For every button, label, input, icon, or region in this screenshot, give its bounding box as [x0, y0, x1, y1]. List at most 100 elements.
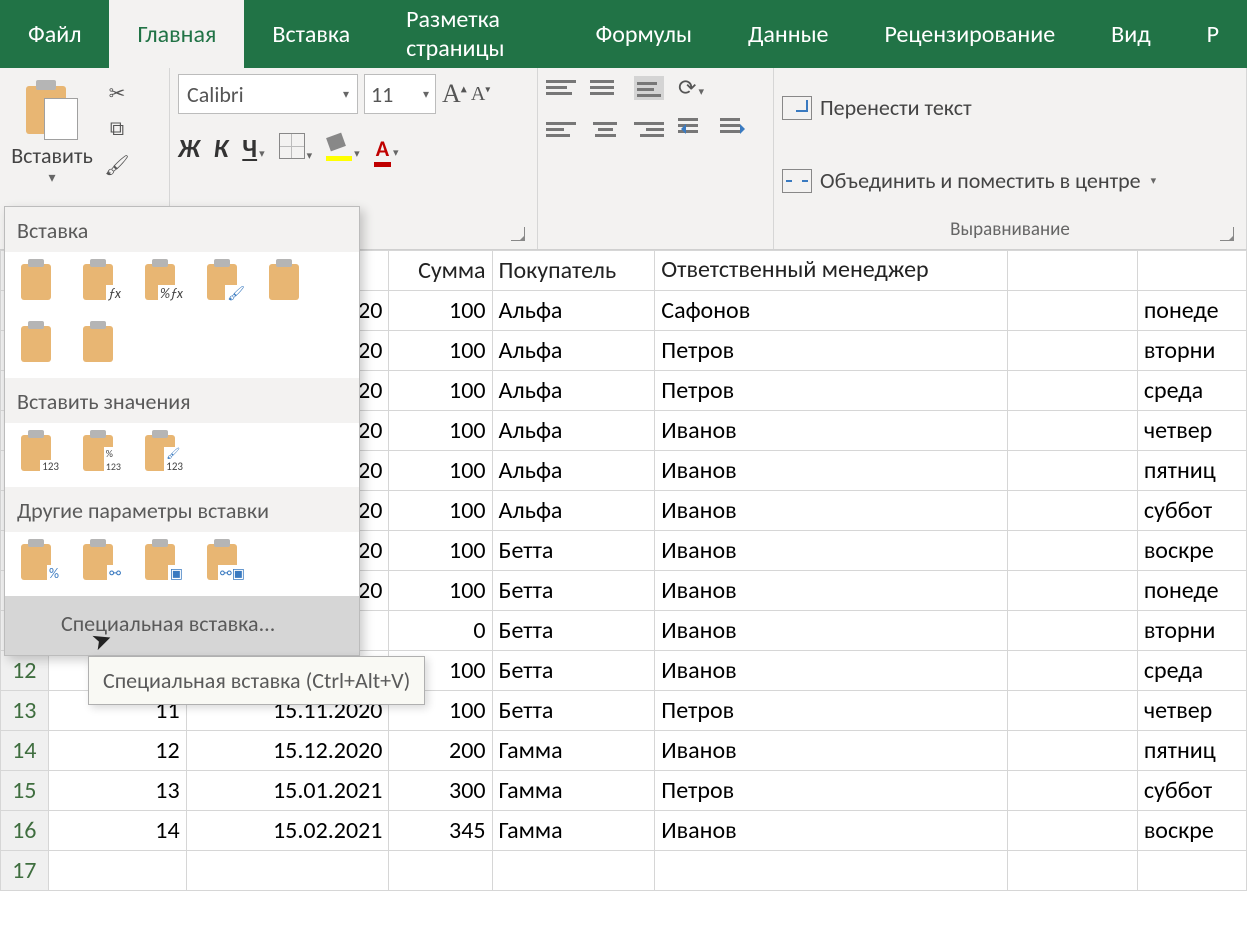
cell[interactable]: понеде	[1137, 571, 1246, 611]
cell[interactable]	[1008, 451, 1137, 491]
cell[interactable]: 100	[389, 371, 492, 411]
cell[interactable]	[1008, 731, 1137, 771]
cell[interactable]: Иванов	[655, 571, 1008, 611]
cell[interactable]: Альфа	[492, 371, 655, 411]
orientation-button[interactable]: ⟳▾	[678, 74, 704, 101]
tab-data[interactable]: Данные	[720, 0, 857, 68]
cell[interactable]: Петров	[655, 771, 1008, 811]
format-painter-icon[interactable]: 🖌	[102, 152, 132, 178]
decrease-indent-icon[interactable]	[678, 118, 706, 140]
cell[interactable]: вторни	[1137, 331, 1246, 371]
copy-icon[interactable]: ⧉	[102, 116, 132, 142]
wrap-text-button[interactable]: Перенести текст	[820, 94, 972, 121]
tab-formulas[interactable]: Формулы	[568, 0, 720, 68]
align-right-icon[interactable]	[634, 117, 664, 141]
tab-page-layout[interactable]: Разметка страницы	[378, 0, 567, 68]
cell[interactable]: Петров	[655, 331, 1008, 371]
paste-option-values-source-icon[interactable]: 🖌123	[143, 431, 187, 475]
merge-center-button[interactable]: Объединить и поместить в центре	[820, 167, 1141, 194]
cell[interactable]: воскре	[1137, 811, 1246, 851]
cell[interactable]: 15.12.2020	[186, 731, 389, 771]
paste-option-all-icon[interactable]	[19, 260, 63, 304]
cell[interactable]: 15.02.2021	[186, 811, 389, 851]
paste-option-picture-icon[interactable]: ▣	[143, 540, 187, 584]
cell[interactable]: Бетта	[492, 531, 655, 571]
cell[interactable]	[1008, 371, 1137, 411]
cell[interactable]	[1008, 771, 1137, 811]
cell[interactable]: пятниц	[1137, 731, 1246, 771]
cell[interactable]: 100	[389, 571, 492, 611]
paste-button[interactable]: Вставить	[8, 74, 96, 186]
table-row[interactable]: 161415.02.2021345ГаммаИвановвоскре	[1, 811, 1247, 851]
cell[interactable]: четвер	[1137, 691, 1246, 731]
tab-view[interactable]: Вид	[1083, 0, 1178, 68]
paste-option-values-number-icon[interactable]: %123	[81, 431, 125, 475]
font-color-button[interactable]: A▾	[374, 135, 399, 162]
cell[interactable]: четвер	[1137, 411, 1246, 451]
tab-file[interactable]: Файл	[0, 0, 109, 68]
cell[interactable]: воскре	[1137, 531, 1246, 571]
cell[interactable]: Иванов	[655, 731, 1008, 771]
cell[interactable]: Петров	[655, 691, 1008, 731]
paste-option-formulas-icon[interactable]: ƒx	[81, 260, 125, 304]
tab-review[interactable]: Рецензирование	[857, 0, 1084, 68]
cell[interactable]: Сафонов	[655, 291, 1008, 331]
increase-indent-icon[interactable]	[720, 118, 748, 140]
paste-option-values-icon[interactable]: 123	[19, 431, 63, 475]
cell[interactable]	[1008, 691, 1137, 731]
dialog-launcher-icon[interactable]	[1220, 227, 1234, 241]
row-header[interactable]: 14	[1, 731, 49, 771]
decrease-font-icon[interactable]: A▾	[471, 83, 490, 106]
cell[interactable]: Бетта	[492, 691, 655, 731]
paste-option-link-icon[interactable]: ⚯	[81, 540, 125, 584]
cell[interactable]: Гамма	[492, 811, 655, 851]
cell[interactable]	[1008, 611, 1137, 651]
cell[interactable]	[1008, 491, 1137, 531]
fill-color-button[interactable]: ▾	[326, 135, 360, 161]
cell[interactable]: Бетта	[492, 571, 655, 611]
cell[interactable]: Иванов	[655, 491, 1008, 531]
paste-option-source-formatting-icon[interactable]: 🖌	[205, 260, 249, 304]
cell[interactable]: пятниц	[1137, 451, 1246, 491]
cell[interactable]: понеде	[1137, 291, 1246, 331]
row-header[interactable]: 16	[1, 811, 49, 851]
cell[interactable]: 300	[389, 771, 492, 811]
align-bottom-icon[interactable]	[634, 76, 664, 100]
tab-cut[interactable]: Р	[1179, 0, 1247, 68]
align-top-icon[interactable]	[546, 76, 576, 100]
paste-option-formatting-icon[interactable]: %	[19, 540, 63, 584]
row-header[interactable]: 15	[1, 771, 49, 811]
cell[interactable]: Иванов	[655, 451, 1008, 491]
cell[interactable]: Иванов	[655, 611, 1008, 651]
cell[interactable]: 100	[389, 291, 492, 331]
tab-home[interactable]: Главная	[109, 0, 244, 68]
cell[interactable]: 13	[48, 771, 186, 811]
cell[interactable]: Альфа	[492, 411, 655, 451]
cell[interactable]: 15.01.2021	[186, 771, 389, 811]
underline-button[interactable]: Ч▾	[242, 132, 264, 164]
cell[interactable]: 200	[389, 731, 492, 771]
table-row[interactable]: 141215.12.2020200ГаммаИвановпятниц	[1, 731, 1247, 771]
cell[interactable]: 12	[48, 731, 186, 771]
cell[interactable]: Альфа	[492, 451, 655, 491]
tab-insert[interactable]: Вставка	[244, 0, 378, 68]
row-header[interactable]: 13	[1, 691, 49, 731]
cell[interactable]	[1008, 811, 1137, 851]
align-left-icon[interactable]	[546, 117, 576, 141]
bold-button[interactable]: Ж	[178, 132, 200, 164]
cell[interactable]: Петров	[655, 371, 1008, 411]
cell[interactable]: Альфа	[492, 331, 655, 371]
font-name-combo[interactable]: Calibri▾	[178, 74, 358, 114]
cell[interactable]: 14	[48, 811, 186, 851]
table-row[interactable]: 17	[1, 851, 1247, 891]
paste-option-no-borders-icon[interactable]	[267, 260, 311, 304]
dialog-launcher-icon[interactable]	[511, 227, 525, 241]
align-center-icon[interactable]	[590, 117, 620, 141]
increase-font-icon[interactable]: A▴	[442, 79, 467, 109]
cell[interactable]	[1008, 291, 1137, 331]
table-row[interactable]: 151315.01.2021300ГаммаПетровсуббот	[1, 771, 1247, 811]
cell[interactable]: 100	[389, 411, 492, 451]
cell[interactable]: суббот	[1137, 771, 1246, 811]
cut-icon[interactable]: ✂	[102, 80, 132, 106]
cell[interactable]: Иванов	[655, 411, 1008, 451]
